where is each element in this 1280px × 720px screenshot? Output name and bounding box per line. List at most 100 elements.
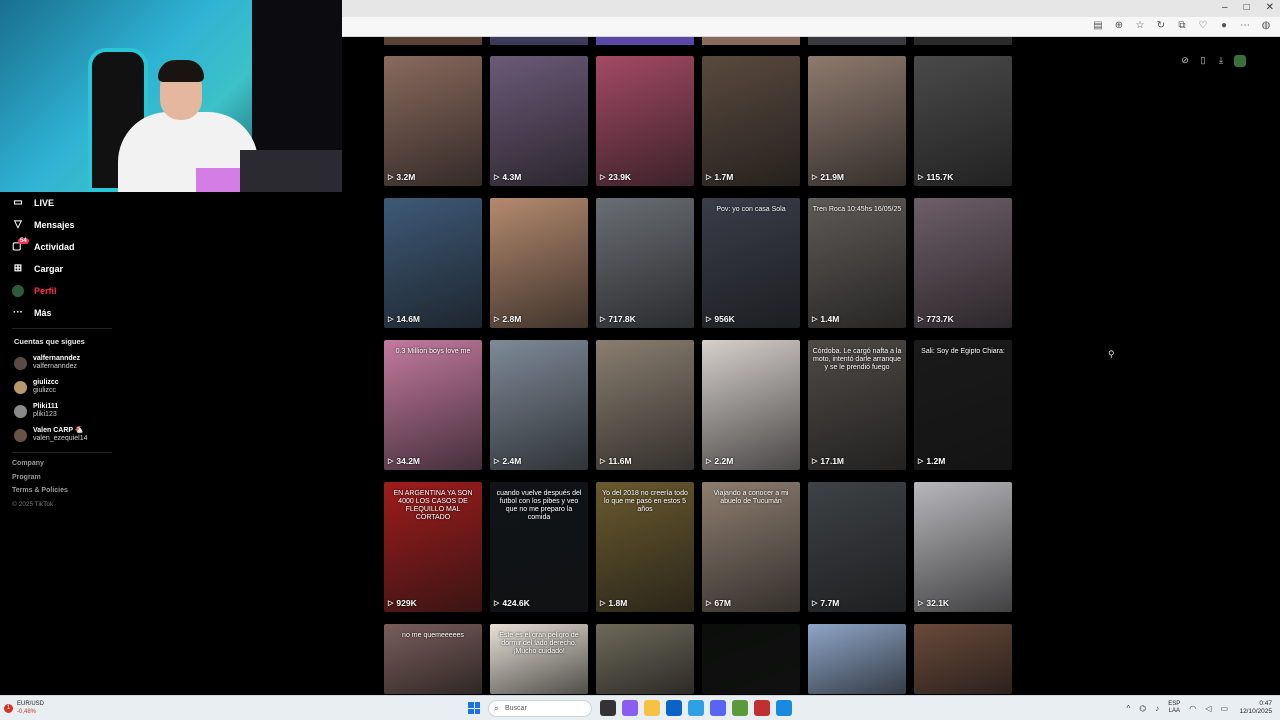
settings-icon[interactable]: ⊘ (1180, 55, 1190, 65)
view-count-value: 3.2M (396, 172, 416, 182)
video-tile[interactable] (596, 624, 694, 694)
star-icon[interactable]: ☆ (1134, 20, 1146, 32)
video-caption: Córdoba. Le cargó nafta a la moto, inten… (812, 348, 902, 371)
extensions-icon[interactable]: ⧉ (1176, 20, 1188, 32)
reader-icon[interactable]: ▤ (1092, 20, 1104, 32)
video-tile[interactable]: ▷ 115.7K (914, 56, 1012, 186)
video-tile[interactable]: ▷ 2.2M (702, 340, 800, 470)
menu-dots-icon[interactable]: ⋯ (1239, 20, 1251, 32)
taskbar-search-input[interactable]: ⌕ Buscar (488, 700, 592, 717)
copilot-icon[interactable] (622, 700, 638, 716)
view-count: ▷ 2.8M (494, 314, 521, 324)
sidebar-item-label: LIVE (34, 198, 55, 208)
video-tile[interactable]: ▷ 23.9K (596, 56, 694, 186)
video-tile[interactable]: Sali: Soy de Egipto Chiara: ▷ 1.2M (914, 340, 1012, 470)
file-explorer-icon[interactable] (644, 700, 660, 716)
inbox-icon: ▢ 54 (12, 238, 29, 252)
video-tile[interactable]: Este es el gran peligro de dormir del la… (490, 624, 588, 694)
language-indicator[interactable]: ESP LAA (1168, 701, 1180, 715)
video-tile[interactable]: ▷ 773.7K (914, 198, 1012, 328)
volume-icon[interactable]: ◁ (1205, 704, 1211, 713)
profile-icon[interactable]: ● (1218, 20, 1230, 32)
video-tile[interactable]: ▷ 7.7M (808, 482, 906, 612)
video-tile[interactable]: ▷ 14.6M (384, 198, 482, 328)
taskbar-clock[interactable]: 0:47 12/10/2025 (1239, 700, 1272, 716)
following-account[interactable]: Pliki111 pliki123 (14, 399, 88, 423)
windows-start-icon[interactable] (468, 702, 480, 714)
stock-name: EUR/USD (17, 701, 45, 707)
video-tile[interactable]: Pov: yo con casa Sola ▷ 956K (702, 198, 800, 328)
video-tile-partial[interactable] (808, 37, 906, 45)
following-account[interactable]: valfernanndez valfernanndez (14, 351, 88, 375)
video-tile[interactable]: Yo del 2018 no creería todo lo que me pa… (596, 482, 694, 612)
favorites-icon[interactable]: ♡ (1197, 20, 1209, 32)
video-tile[interactable]: ▷ 21.9M (808, 56, 906, 186)
video-tile-partial[interactable] (702, 37, 800, 45)
video-tile[interactable]: ▷ 32.1K (914, 482, 1012, 612)
browser-icon[interactable] (776, 700, 792, 716)
edge-copilot-icon[interactable]: ◍ (1260, 20, 1272, 32)
video-tile[interactable] (914, 624, 1012, 694)
play-icon: ▷ (812, 458, 818, 465)
video-tile[interactable]: ▷ 2.8M (490, 198, 588, 328)
video-tile[interactable]: ▷ 3.2M (384, 56, 482, 186)
refresh-icon[interactable]: ↻ (1155, 20, 1167, 32)
view-count: ▷ 1.7M (706, 172, 733, 182)
video-tile-partial[interactable] (384, 37, 482, 45)
video-tile[interactable]: cuando vuelve después del futbol con los… (490, 482, 588, 612)
sidebar-item-activity[interactable]: ▢ 54 Actividad (12, 236, 192, 258)
footer-link-company[interactable]: Company (12, 460, 68, 474)
network-icon[interactable]: ⌬ (1139, 704, 1146, 713)
following-account[interactable]: giulizcc giulizcc (14, 375, 88, 399)
video-tile[interactable]: EN ARGENTINA YA SON 4000 LOS CASOS DE FL… (384, 482, 482, 612)
video-tile[interactable]: 0.3 Million boys love me ▷ 34.2M (384, 340, 482, 470)
footer-link-program[interactable]: Program (12, 474, 68, 488)
app-icon[interactable] (754, 700, 770, 716)
video-tile[interactable]: ▷ 2.4M (490, 340, 588, 470)
close-icon[interactable]: ✕ (1266, 2, 1274, 13)
discord-icon[interactable] (710, 700, 726, 716)
play-icon: ▷ (812, 174, 818, 181)
download-icon[interactable]: ⤓ (1216, 55, 1226, 65)
maximize-icon[interactable]: □ (1244, 2, 1250, 13)
video-tile-partial[interactable] (596, 37, 694, 45)
video-tile[interactable]: Tren Roca 10:45hs 16/05/25 ▷ 1.4M (808, 198, 906, 328)
sidebar-item-upload[interactable]: ⊞ Cargar (12, 258, 192, 280)
minimize-icon[interactable]: – (1222, 2, 1228, 13)
play-icon: ▷ (812, 600, 818, 607)
account-handle: valfernanndez (33, 363, 77, 370)
wifi-icon[interactable]: ◠ (1189, 704, 1196, 713)
video-tile-partial[interactable] (490, 37, 588, 45)
video-tile[interactable]: ▷ 11.6M (596, 340, 694, 470)
outlook-icon[interactable] (666, 700, 682, 716)
sidebar-item-profile[interactable]: Perfil (12, 280, 192, 302)
video-tile[interactable]: ▷ 717.8K (596, 198, 694, 328)
avatar[interactable] (1234, 55, 1246, 67)
account-name: valfernanndez (33, 355, 81, 362)
task-view-icon[interactable] (600, 700, 616, 716)
app-icon[interactable] (732, 700, 748, 716)
video-tile[interactable]: no me quemeeeees (384, 624, 482, 694)
video-tile[interactable] (808, 624, 906, 694)
video-tile[interactable] (702, 624, 800, 694)
video-tile[interactable]: Córdoba. Le cargó nafta a la moto, inten… (808, 340, 906, 470)
view-count: ▷ 1.4M (812, 314, 839, 324)
footer-link-terms[interactable]: Terms & Policies (12, 487, 68, 501)
video-tile[interactable]: Viajando a conocer a mi abuelo de Tucumá… (702, 482, 800, 612)
sidebar-item-messages[interactable]: ▽ Mensajes (12, 214, 192, 236)
following-account[interactable]: Valen CARP 🐔 valen_ezequiel14 (14, 423, 88, 447)
video-tile[interactable]: ▷ 1.7M (702, 56, 800, 186)
battery-icon[interactable]: ▭ (1220, 704, 1228, 713)
stock-widget[interactable]: 1 EUR/USD -0,48% (4, 700, 44, 716)
edge-icon[interactable] (688, 700, 704, 716)
video-tile[interactable]: ▷ 4.3M (490, 56, 588, 186)
sidebar-item-live[interactable]: ▭ LIVE (12, 192, 192, 214)
video-tile-partial[interactable] (914, 37, 1012, 45)
avatar (14, 404, 27, 418)
sidebar-item-more[interactable]: ··· Más (12, 302, 192, 324)
view-count: ▷ 7.7M (812, 598, 839, 608)
zoom-icon[interactable]: ⊕ (1113, 20, 1125, 32)
phone-icon[interactable]: ▯ (1198, 55, 1208, 65)
microphone-icon[interactable]: ♪ (1155, 704, 1159, 713)
chevron-up-icon[interactable]: ^ (1127, 704, 1131, 713)
